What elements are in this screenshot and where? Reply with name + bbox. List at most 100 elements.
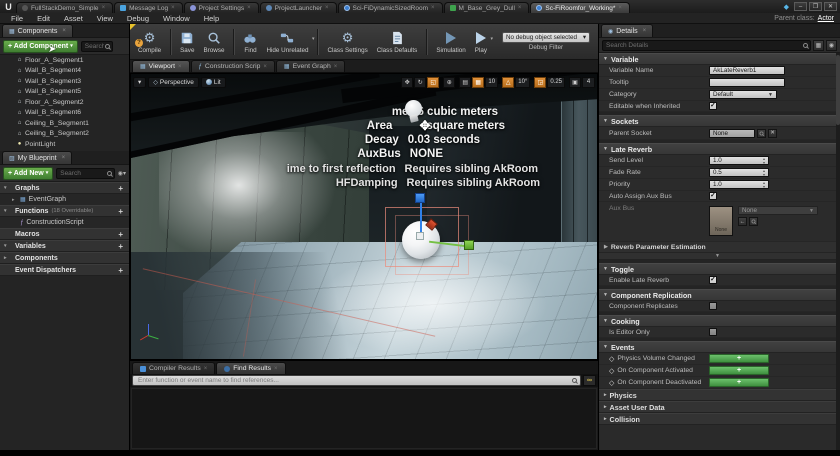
rotation-snap-value[interactable]: 10° [515,77,530,88]
menu-item[interactable]: Edit [30,14,57,23]
section-component-replication[interactable]: ▼ Component Replication [599,289,836,301]
my-blueprint-row[interactable]: ▾ Variables + [0,240,129,252]
window-tab[interactable]: Message Log × [114,2,183,13]
window-tab[interactable]: Sci-FiDynamicSizedRoom × [338,2,443,13]
details-tab[interactable]: ◉ Details × [601,24,653,37]
perspective-button[interactable]: ◇ Perspective [148,77,199,88]
class-settings-button[interactable]: ⚙ Class Settings [327,30,367,54]
component-row[interactable]: ⌂ Wall_B_Segment6 [0,108,129,119]
surface-snap-toggle[interactable]: ▤ [459,77,471,88]
add-plus-button[interactable]: + [118,266,125,275]
component-row[interactable]: ⌂ Wall_B_Segment3 [0,76,129,87]
tab-close-icon[interactable]: × [518,5,522,11]
components-tab-close-icon[interactable]: × [62,28,66,34]
component-row[interactable]: ⌂ Ceiling_B_Segment2 [0,129,129,140]
component-row[interactable]: ⌂ Floor_A_Segment2 [0,97,129,108]
tooltip-field[interactable] [709,78,785,87]
chevron-down-icon[interactable]: ▾ [312,36,315,42]
lit-mode-button[interactable]: Lit [201,77,226,88]
tab-close-icon[interactable]: × [431,5,435,11]
marketplace-icon[interactable]: ◆ [784,3,789,11]
component-replicates-checkbox[interactable]: ✓ [709,302,717,310]
bottom-panel-tab[interactable]: Compiler Results × [132,362,215,374]
components-search-input[interactable] [84,43,105,50]
details-search[interactable] [602,40,811,51]
advanced-expander[interactable]: ▼ [599,253,836,260]
class-defaults-button[interactable]: Class Defaults [377,30,418,54]
socket-clear-icon[interactable]: ✕ [768,129,777,138]
socket-search-icon[interactable] [757,129,766,138]
editable-checkbox[interactable]: ✓ [709,102,717,110]
expand-caret-icon[interactable]: ▾ [4,185,9,191]
send-level-field[interactable]: 1.0▴▾ [709,156,769,165]
view-options-eye-icon[interactable]: ◉▾ [118,170,126,177]
parent-socket-field[interactable]: None [709,129,755,138]
my-blueprint-row[interactable]: Macros + [0,228,129,240]
global-find-binoculars-button[interactable]: ∞ [583,375,596,386]
view-options-eye-icon[interactable]: ◉ [826,40,837,51]
expand-caret-icon[interactable]: ▾ [4,208,9,214]
restore-button[interactable]: ❐ [809,2,822,11]
add-event-button[interactable]: + [709,366,769,375]
browse-asset-icon[interactable] [749,217,758,226]
rotation-snap-toggle[interactable]: △ [502,77,514,88]
aux-bus-thumbnail[interactable]: None [709,206,733,236]
expand-caret-icon[interactable]: ▸ [4,255,9,261]
scale-snap-toggle[interactable]: ◲ [534,77,546,88]
section-late-reverb[interactable]: ▼ Late Reverb [599,143,836,155]
fade-rate-field[interactable]: 0.5▴▾ [709,168,769,177]
scale-tool-button[interactable]: ◱ [427,77,439,88]
window-tab[interactable]: Project Settings × [184,2,259,13]
tab-close-icon[interactable]: × [102,5,106,11]
component-row[interactable]: ⌂ Wall_B_Segment5 [0,87,129,98]
find-references-field[interactable] [132,375,581,386]
editor-tab[interactable]: ▦ Viewport × [132,60,190,72]
add-new-button[interactable]: + Add New ▾ [3,167,53,180]
find-references-input[interactable] [136,376,572,385]
add-plus-button[interactable]: + [118,242,125,251]
browse-button[interactable]: Browse [203,30,224,54]
add-event-button[interactable]: + [709,378,769,387]
tab-close-icon[interactable]: × [204,366,208,372]
translate-tool-button[interactable]: ✥ [401,77,413,88]
spinner-icon[interactable]: ▴▾ [763,157,765,164]
collapsed-section[interactable]: ▸ Asset User Data [599,401,836,413]
component-row[interactable]: ● PointLight [0,139,129,150]
camera-speed-value[interactable]: 4 [582,77,595,88]
gizmo-z-axis[interactable] [420,202,422,236]
component-row[interactable]: ⌂ Wall_B_Segment4 [0,66,129,77]
window-tab[interactable]: Sc-FiRoomfor_Working* × [530,2,629,13]
collapsed-section[interactable]: ▸ Collision [599,413,836,425]
find-button[interactable]: Find [243,30,257,54]
add-plus-button[interactable]: + [118,207,125,216]
rotate-tool-button[interactable]: ↻ [414,77,426,88]
tab-close-icon[interactable]: × [171,5,175,11]
tab-close-icon[interactable]: × [274,366,278,372]
my-blueprint-row[interactable]: ▸ Components [0,252,129,264]
property-matrix-icon[interactable]: ▦ [813,40,824,51]
add-plus-button[interactable]: + [118,184,125,193]
3d-viewport[interactable]: me6 cubic meters Areasquare meters Decay… [130,73,598,360]
window-tab[interactable]: ProjectLauncher × [260,2,337,13]
section-sockets[interactable]: ▼ Sockets [599,115,836,127]
add-plus-button[interactable]: + [118,230,125,239]
simulation-button[interactable]: Simulation [436,30,465,54]
viewport-options-button[interactable]: ▾ [133,77,146,88]
menu-item[interactable]: View [90,14,120,23]
save-button[interactable]: Save [180,30,194,54]
menu-item[interactable]: File [4,14,30,23]
my-blueprint-row[interactable]: ▾ Functions (18 Overridable) + [0,205,129,217]
expand-caret-icon[interactable]: ▾ [4,243,9,249]
editor-tab[interactable]: ƒ Construction Scrip × [191,60,275,72]
my-blueprint-row[interactable]: ▾ Graphs + [0,182,129,194]
hide-unrelated-button[interactable]: ▾ Hide Unrelated [266,30,308,54]
close-button[interactable]: ✕ [824,2,837,11]
my-blueprint-tab-close-icon[interactable]: × [62,155,66,161]
use-selected-arrow-icon[interactable]: ← [738,217,747,226]
spinner-icon[interactable]: ▴▾ [763,181,765,188]
add-component-button[interactable]: + Add Component ▾ [3,40,78,53]
gizmo-z-handle[interactable] [415,193,425,203]
window-tab[interactable]: FullStackDemo_Simple × [16,2,113,13]
scale-snap-value[interactable]: 0.25 [547,77,565,88]
bottom-panel-tab[interactable]: Find Results × [216,362,285,374]
